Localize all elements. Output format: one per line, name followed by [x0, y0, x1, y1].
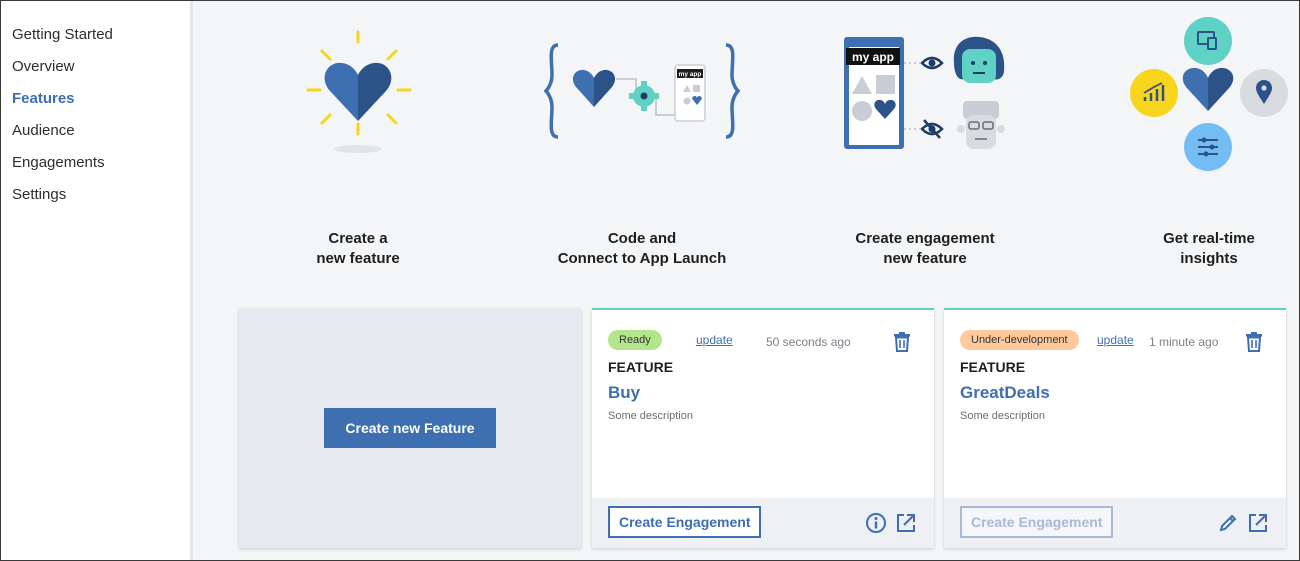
pencil-icon[interactable] — [1217, 512, 1239, 534]
step-4-line-2: insights — [1180, 250, 1238, 267]
create-engagement-button[interactable]: Create Engagement — [960, 506, 1114, 538]
update-link[interactable]: update — [1097, 333, 1134, 347]
sidebar-item-audience[interactable]: Audience — [12, 122, 75, 139]
step-3-line-2: new feature — [883, 250, 967, 267]
feature-name[interactable]: Buy — [608, 383, 640, 403]
external-link-icon[interactable] — [895, 512, 917, 534]
sidebar-item-overview[interactable]: Overview — [12, 58, 75, 75]
feature-description: Some description — [960, 410, 1045, 422]
info-icon[interactable] — [865, 512, 887, 534]
phone-app-label: my app — [679, 71, 702, 78]
step-2-line-1: Code and — [607, 230, 677, 247]
sidebar-item-features[interactable]: Features — [12, 90, 75, 107]
feature-card-buy: Ready update 50 seconds ago FEATURE Buy … — [592, 308, 934, 548]
main-content: my app my app Create a new feature Code … — [196, 1, 1299, 560]
sidebar-item-settings[interactable]: Settings — [12, 186, 66, 203]
step-create-engagement-title: Create engagement new feature — [805, 229, 1045, 269]
create-feature-card: Create new Feature — [239, 308, 581, 548]
sidebar-nav: Getting Started Overview Features Audien… — [1, 1, 193, 560]
last-updated-time: 50 seconds ago — [766, 335, 851, 349]
step-3-line-1: Create engagement — [855, 230, 995, 247]
heart-rays-illustration — [306, 30, 412, 153]
code-connect-illustration: my app — [544, 43, 740, 139]
step-create-feature-title: Create a new feature — [238, 229, 478, 269]
feature-description: Some description — [608, 410, 693, 422]
create-engagement-button[interactable]: Create Engagement — [608, 506, 762, 538]
step-4-line-1: Get real-time — [1163, 230, 1255, 247]
app-label-text: my app — [852, 50, 894, 64]
feature-type-label: FEATURE — [608, 359, 674, 375]
engagement-illustration: my app — [844, 36, 1005, 149]
card-footer: Create Engagement — [592, 498, 934, 548]
sidebar-item-getting-started[interactable]: Getting Started — [12, 26, 113, 43]
step-2-line-2: Connect to App Launch — [557, 250, 727, 267]
sidebar-item-engagements[interactable]: Engagements — [12, 154, 105, 171]
step-insights-title: Get real-time insights — [1089, 229, 1300, 269]
step-1-line-2: new feature — [316, 250, 400, 267]
external-link-icon[interactable] — [1247, 512, 1269, 534]
feature-card-greatdeals: Under-development update 1 minute ago FE… — [944, 308, 1286, 548]
card-footer: Create Engagement — [944, 498, 1286, 548]
status-badge: Ready — [608, 330, 662, 350]
step-1-line-1: Create a — [328, 230, 388, 247]
update-link[interactable]: update — [696, 333, 733, 347]
feature-name[interactable]: GreatDeals — [960, 383, 1050, 403]
last-updated-time: 1 minute ago — [1149, 335, 1219, 349]
insights-illustration — [1130, 17, 1288, 171]
trash-icon[interactable] — [893, 332, 911, 352]
create-new-feature-button[interactable]: Create new Feature — [324, 408, 496, 448]
trash-icon[interactable] — [1245, 332, 1263, 352]
step-code-connect-title: Code and Connect to App Launch — [522, 229, 762, 269]
feature-type-label: FEATURE — [960, 359, 1026, 375]
status-badge: Under-development — [960, 330, 1079, 350]
